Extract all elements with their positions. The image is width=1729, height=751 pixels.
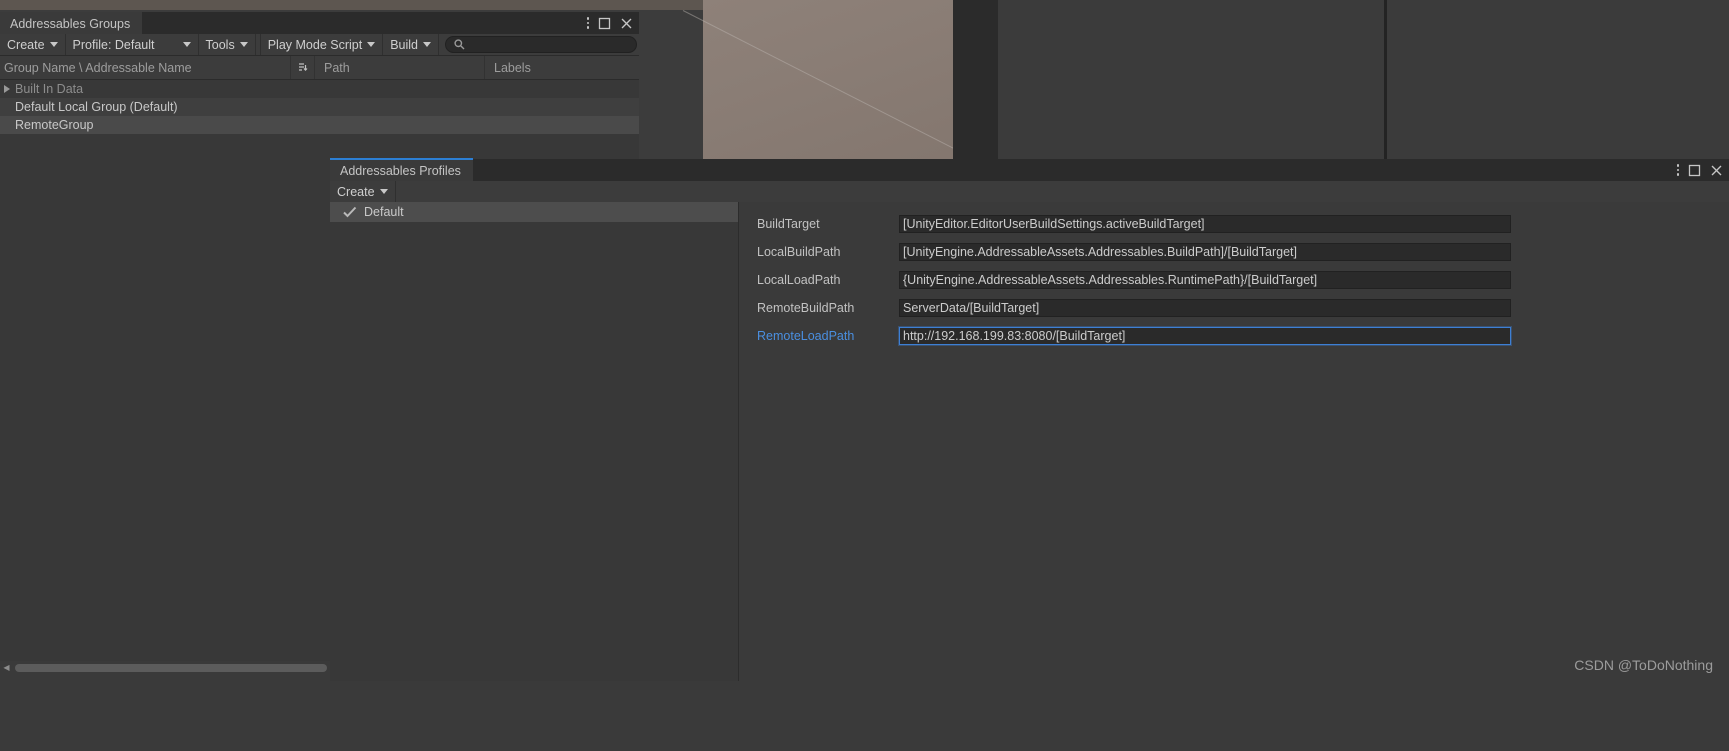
scrollbar-thumb[interactable]	[15, 663, 327, 672]
tab-addressables-groups[interactable]: Addressables Groups	[0, 12, 143, 34]
variable-value-input[interactable]: {UnityEngine.AddressableAssets.Addressab…	[899, 271, 1511, 289]
maximize-icon[interactable]	[1688, 164, 1701, 177]
tab-addressables-profiles-label: Addressables Profiles	[340, 163, 461, 178]
tree-row-remote-group[interactable]: RemoteGroup	[0, 116, 639, 134]
create-group-label: Create	[7, 37, 45, 52]
close-icon[interactable]	[620, 17, 633, 30]
maximize-icon[interactable]	[598, 17, 611, 30]
profile-dropdown-label: Profile: Default	[72, 37, 155, 52]
variable-row-buildtarget: BuildTarget [UnityEditor.EditorUserBuild…	[739, 210, 1729, 238]
tree-row-default-local-group[interactable]: Default Local Group (Default)	[0, 98, 639, 116]
variable-value-input[interactable]: ServerData/[BuildTarget]	[899, 299, 1511, 317]
background-gap-left	[953, 0, 998, 176]
profiles-window-controls	[1676, 159, 1724, 181]
column-header-group-name-label: Group Name \ Addressable Name	[4, 60, 192, 75]
variable-row-localbuildpath: LocalBuildPath [UnityEngine.AddressableA…	[739, 238, 1729, 266]
column-divider	[290, 56, 291, 79]
chevron-down-icon	[49, 42, 58, 47]
create-profile-button[interactable]: Create	[330, 181, 396, 202]
chevron-down-icon	[423, 42, 431, 47]
tools-dropdown-label: Tools	[205, 37, 235, 52]
column-header-labels-label: Labels	[494, 60, 531, 75]
tree-row-built-in-data[interactable]: Built In Data	[0, 80, 639, 98]
groups-toolbar: Create Profile: Default Tools Play Mode …	[0, 34, 639, 56]
profile-list-item-default[interactable]: Default	[330, 202, 738, 222]
profiles-window-tabbar: Addressables Profiles	[330, 158, 1729, 181]
variable-row-remoteloadpath: RemoteLoadPath http://192.168.199.83:808…	[739, 322, 1729, 350]
variable-label: BuildTarget	[757, 217, 820, 231]
groups-window-tabbar: Addressables Groups	[0, 12, 639, 34]
profile-list-item-label: Default	[364, 205, 404, 219]
kebab-menu-icon[interactable]	[1676, 164, 1679, 176]
tab-addressables-profiles[interactable]: Addressables Profiles	[330, 158, 473, 181]
column-header-path[interactable]: Path	[315, 56, 484, 79]
sort-icon[interactable]	[297, 62, 308, 73]
variable-label: LocalLoadPath	[757, 273, 841, 287]
groups-search-box[interactable]	[445, 36, 637, 53]
tab-addressables-groups-label: Addressables Groups	[10, 16, 131, 31]
tree-row-label: Default Local Group (Default)	[15, 100, 178, 114]
groups-tree-header: Group Name \ Addressable Name Path Label…	[0, 56, 639, 80]
profile-variables-list: BuildTarget [UnityEditor.EditorUserBuild…	[739, 202, 1729, 350]
background-panel-right	[1387, 0, 1729, 176]
groups-window-controls	[586, 12, 634, 34]
profile-list-panel: Default	[330, 202, 738, 681]
create-group-button[interactable]: Create	[0, 34, 66, 55]
column-header-group-name[interactable]: Group Name \ Addressable Name	[0, 56, 290, 79]
tools-dropdown[interactable]: Tools	[198, 34, 256, 55]
column-header-path-label: Path	[324, 60, 350, 75]
variable-row-remotebuildpath: RemoteBuildPath ServerData/[BuildTarget]	[739, 294, 1729, 322]
chevron-down-icon	[239, 42, 248, 47]
screenshot-root: Addressables Groups Create Profile: Defa…	[0, 0, 1729, 751]
build-dropdown[interactable]: Build	[383, 34, 439, 55]
background-panel-middle	[998, 0, 1384, 176]
background-scene-view	[703, 0, 953, 176]
play-mode-script-dropdown[interactable]: Play Mode Script	[260, 34, 384, 55]
addressables-profiles-window: Addressables Profiles Create Default Bui…	[330, 158, 1729, 681]
variable-value-input[interactable]: [UnityEngine.AddressableAssets.Addressab…	[899, 243, 1511, 261]
variable-label: LocalBuildPath	[757, 245, 841, 259]
search-input[interactable]	[469, 36, 628, 53]
watermark: CSDN @ToDoNothing	[1574, 657, 1713, 673]
variable-row-localloadpath: LocalLoadPath {UnityEngine.AddressableAs…	[739, 266, 1729, 294]
variable-label: RemoteLoadPath	[757, 329, 855, 343]
chevron-down-icon	[182, 42, 191, 47]
chevron-down-icon	[367, 42, 376, 47]
groups-tree-body: Built In Data Default Local Group (Defau…	[0, 80, 639, 134]
profile-variables-panel: BuildTarget [UnityEditor.EditorUserBuild…	[739, 202, 1729, 681]
tree-row-label: RemoteGroup	[15, 118, 94, 132]
variable-value-input[interactable]: http://192.168.199.83:8080/[BuildTarget]	[899, 327, 1511, 345]
kebab-menu-icon[interactable]	[586, 17, 589, 29]
profiles-toolbar: Create	[330, 181, 1729, 203]
search-icon	[454, 39, 465, 50]
tree-row-label: Built In Data	[15, 82, 84, 96]
build-dropdown-label: Build	[390, 37, 418, 52]
scroll-left-arrow-icon[interactable]: ◀	[0, 661, 13, 674]
variable-label: RemoteBuildPath	[757, 301, 855, 315]
play-mode-script-label: Play Mode Script	[267, 37, 363, 52]
create-profile-label: Create	[337, 184, 375, 199]
profile-dropdown[interactable]: Profile: Default	[65, 34, 199, 55]
variable-value-input[interactable]: [UnityEditor.EditorUserBuildSettings.act…	[899, 215, 1511, 233]
chevron-down-icon	[379, 189, 388, 194]
chevron-right-icon[interactable]	[4, 85, 10, 93]
checkmark-icon	[343, 206, 357, 218]
column-header-labels[interactable]: Labels	[485, 56, 639, 79]
close-icon[interactable]	[1710, 164, 1723, 177]
background-strip	[0, 0, 703, 10]
